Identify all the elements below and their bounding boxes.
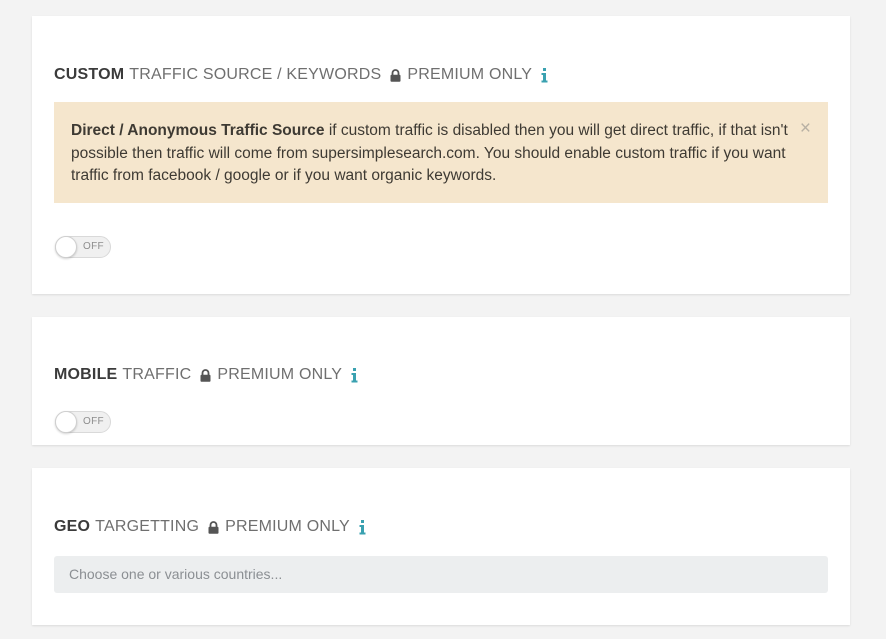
custom-traffic-title-bold: CUSTOM bbox=[54, 66, 125, 83]
mobile-traffic-title-rest: TRAFFIC bbox=[122, 366, 192, 383]
mobile-traffic-title-bold: MOBILE bbox=[54, 366, 118, 383]
toggle-state-label: OFF bbox=[83, 416, 104, 427]
toggle-knob bbox=[55, 236, 77, 258]
toggle-knob bbox=[55, 411, 77, 433]
geo-targetting-title-rest: TARGETTING bbox=[95, 518, 200, 535]
lock-icon bbox=[390, 68, 401, 82]
premium-only-label: PREMIUM ONLY bbox=[225, 518, 350, 535]
direct-traffic-alert: Direct / Anonymous Traffic Source if cus… bbox=[54, 102, 828, 203]
geo-targetting-title: GEO TARGETTING PREMIUM ONLY bbox=[54, 518, 366, 536]
country-select-input[interactable]: Choose one or various countries... bbox=[54, 556, 828, 593]
mobile-traffic-card: MOBILE TRAFFIC PREMIUM ONLY OFF bbox=[32, 317, 850, 445]
custom-traffic-title-rest: TRAFFIC SOURCE / KEYWORDS bbox=[129, 66, 382, 83]
info-icon[interactable] bbox=[359, 519, 366, 535]
lock-icon bbox=[200, 368, 211, 382]
alert-bold-text: Direct / Anonymous Traffic Source bbox=[71, 122, 325, 139]
custom-traffic-toggle[interactable]: OFF bbox=[55, 236, 111, 258]
info-icon[interactable] bbox=[541, 67, 548, 83]
lock-icon bbox=[208, 520, 219, 534]
info-icon[interactable] bbox=[351, 367, 358, 383]
premium-only-label: PREMIUM ONLY bbox=[217, 366, 343, 383]
mobile-traffic-toggle[interactable]: OFF bbox=[55, 411, 111, 433]
geo-targetting-card: GEO TARGETTING PREMIUM ONLY Choose one o… bbox=[32, 468, 850, 625]
country-select-placeholder: Choose one or various countries... bbox=[69, 566, 283, 582]
geo-targetting-title-bold: GEO bbox=[54, 518, 91, 535]
mobile-traffic-title: MOBILE TRAFFIC PREMIUM ONLY bbox=[54, 366, 358, 384]
custom-traffic-card: CUSTOM TRAFFIC SOURCE / KEYWORDS PREMIUM… bbox=[32, 16, 850, 294]
close-icon[interactable]: × bbox=[800, 119, 811, 138]
custom-traffic-title: CUSTOM TRAFFIC SOURCE / KEYWORDS PREMIUM… bbox=[54, 66, 548, 84]
premium-only-label: PREMIUM ONLY bbox=[407, 66, 533, 83]
toggle-state-label: OFF bbox=[83, 241, 104, 252]
